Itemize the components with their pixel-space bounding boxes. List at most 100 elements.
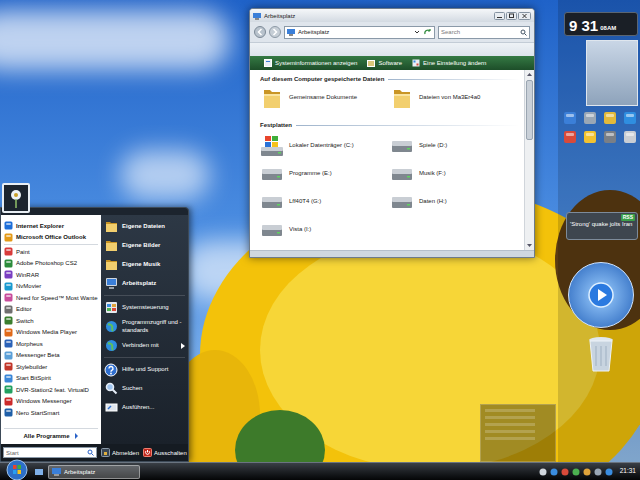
scroll-thumb[interactable] [526, 80, 533, 140]
toolbar-label: Software [378, 60, 402, 66]
picture-gadget [586, 40, 638, 106]
program-item[interactable]: Morpheus [1, 338, 101, 350]
search-input[interactable] [441, 27, 518, 37]
drive-item[interactable]: Lff40T4 (G:) [260, 188, 390, 216]
shortcut-icon[interactable] [602, 129, 619, 145]
program-item[interactable]: Internet Explorer [1, 220, 101, 232]
taskbar-button[interactable]: Arbeitsplatz [48, 465, 140, 479]
program-item[interactable]: Switch [1, 315, 101, 327]
logoff-button[interactable]: Abmelden [101, 448, 139, 457]
rss-headline[interactable]: 'Strong' quake jolts Iran [570, 221, 634, 229]
dropdown-icon [414, 29, 420, 35]
program-item[interactable]: NvMovier [1, 281, 101, 293]
computer-icon [253, 12, 261, 20]
program-item[interactable]: Windows Messenger [1, 396, 101, 408]
drive-item[interactable]: Daten (H:) [390, 188, 520, 216]
program-item[interactable]: Editor [1, 304, 101, 316]
recycle-bin-icon[interactable] [586, 334, 616, 374]
place-item[interactable]: Ausführen... [104, 398, 185, 417]
program-item[interactable]: Stylebuilder [1, 361, 101, 373]
maximize-icon[interactable] [506, 12, 517, 20]
drive-item[interactable]: Spiele (D:) [390, 132, 520, 160]
program-item[interactable]: Windows Media Player [1, 327, 101, 339]
search-icon [104, 382, 118, 395]
back-icon[interactable] [254, 26, 266, 38]
play-icon[interactable] [588, 282, 614, 308]
program-label: Windows Messenger [16, 398, 72, 404]
toolbar-button[interactable]: Eine Einstellung ändern [412, 59, 486, 67]
program-icon [4, 397, 13, 406]
all-programs-label: Alle Programme [23, 433, 69, 439]
group-heading: Auf diesem Computer gespeicherte Dateien [260, 74, 520, 84]
arrow-icon [74, 433, 79, 439]
places-list: Eigene DateienEigene BilderEigene MusikA… [101, 215, 188, 444]
shortcut-icon[interactable] [562, 129, 579, 145]
program-item[interactable]: Messenger Beta [1, 350, 101, 362]
program-item[interactable]: Start BitSpirit [1, 373, 101, 385]
place-item[interactable]: Hilfe und Support [104, 360, 185, 379]
program-item[interactable]: Adobe Photoshop CS2 [1, 258, 101, 270]
shutdown-button[interactable]: Ausschalten [143, 448, 187, 457]
program-label: Switch [16, 318, 34, 324]
content-area: Auf diesem Computer gespeicherte Dateien… [250, 70, 534, 250]
shortcut-icon[interactable] [602, 110, 619, 126]
start-search-input[interactable] [6, 448, 87, 457]
command-bar: Systeminformationen anzeigen Software Eine… [250, 56, 534, 70]
program-label: Messenger Beta [16, 352, 60, 358]
shortcut-icon[interactable] [621, 129, 638, 145]
folder-item[interactable]: Gemeinsame Dokumente [260, 86, 390, 110]
drive-item[interactable]: Musik (F:) [390, 160, 520, 188]
place-label: Eigene Dateien [122, 223, 185, 231]
close-icon[interactable] [518, 12, 531, 20]
item-label: Daten (H:) [419, 198, 447, 206]
program-item[interactable]: DVR-Station2 feat. VirtualD [1, 384, 101, 396]
program-item[interactable]: Need for Speed™ Most Wante [1, 292, 101, 304]
tray-icon [539, 468, 547, 476]
program-item[interactable]: Microsoft Office Outlook [1, 232, 101, 244]
window-title: Arbeitsplatz [264, 13, 295, 19]
program-label: Paint [16, 249, 30, 255]
place-item[interactable]: Arbeitsplatz [104, 274, 185, 293]
mini-window [480, 404, 556, 462]
toolbar-button[interactable]: Systeminformationen anzeigen [264, 59, 357, 67]
shortcut-icon[interactable] [582, 110, 599, 126]
forward-icon[interactable] [269, 26, 281, 38]
windows-drive-icon [260, 135, 284, 157]
place-item[interactable]: Systemsteuerung [104, 298, 185, 317]
tray-icon [594, 468, 602, 476]
group-items: Gemeinsame Dokumente Dateien von Ma3Er4a0 [260, 86, 520, 110]
toolbar-button[interactable]: Software [367, 59, 402, 67]
place-item[interactable]: Eigene Bilder [104, 236, 185, 255]
run-icon [104, 401, 118, 414]
submenu-arrow-icon [181, 343, 185, 349]
program-item[interactable]: Paint [1, 246, 101, 258]
program-list: Internet ExplorerMicrosoft Office Outloo… [1, 215, 101, 444]
logoff-label: Abmelden [112, 450, 139, 456]
start-orb-icon[interactable] [6, 459, 28, 480]
tray-icon [550, 468, 558, 476]
taskbar: Arbeitsplatz21:31 [0, 462, 640, 480]
place-item[interactable]: Eigene Dateien [104, 217, 185, 236]
minimize-icon[interactable] [494, 12, 505, 20]
shortcut-icon[interactable] [562, 110, 579, 126]
place-item[interactable]: Programmzugriff und -standards [104, 317, 185, 336]
place-label: Systemsteuerung [122, 304, 185, 312]
program-item[interactable]: Nero StartSmart [1, 407, 101, 419]
icon-gadget [562, 110, 638, 145]
place-item[interactable]: Verbinden mit [104, 336, 185, 355]
program-icon [4, 362, 13, 371]
shortcut-icon[interactable] [621, 110, 638, 126]
program-item[interactable]: WinRAR [1, 269, 101, 281]
address-field[interactable]: Arbeitsplatz [284, 26, 435, 39]
drive-item[interactable]: Vista (I:) [260, 216, 390, 244]
place-item[interactable]: Eigene Musik [104, 255, 185, 274]
item-label: Dateien von Ma3Er4a0 [419, 94, 480, 102]
all-programs-button[interactable]: Alle Programme [1, 429, 101, 442]
drive-item[interactable]: Programme (E:) [260, 160, 390, 188]
place-item[interactable]: Suchen [104, 379, 185, 398]
program-label: Adobe Photoshop CS2 [16, 260, 77, 266]
shortcut-icon[interactable] [582, 129, 599, 145]
folder-item[interactable]: Dateien von Ma3Er4a0 [390, 86, 520, 110]
scrollbar[interactable] [524, 70, 534, 250]
drive-item[interactable]: Lokaler Datenträger (C:) [260, 132, 390, 160]
